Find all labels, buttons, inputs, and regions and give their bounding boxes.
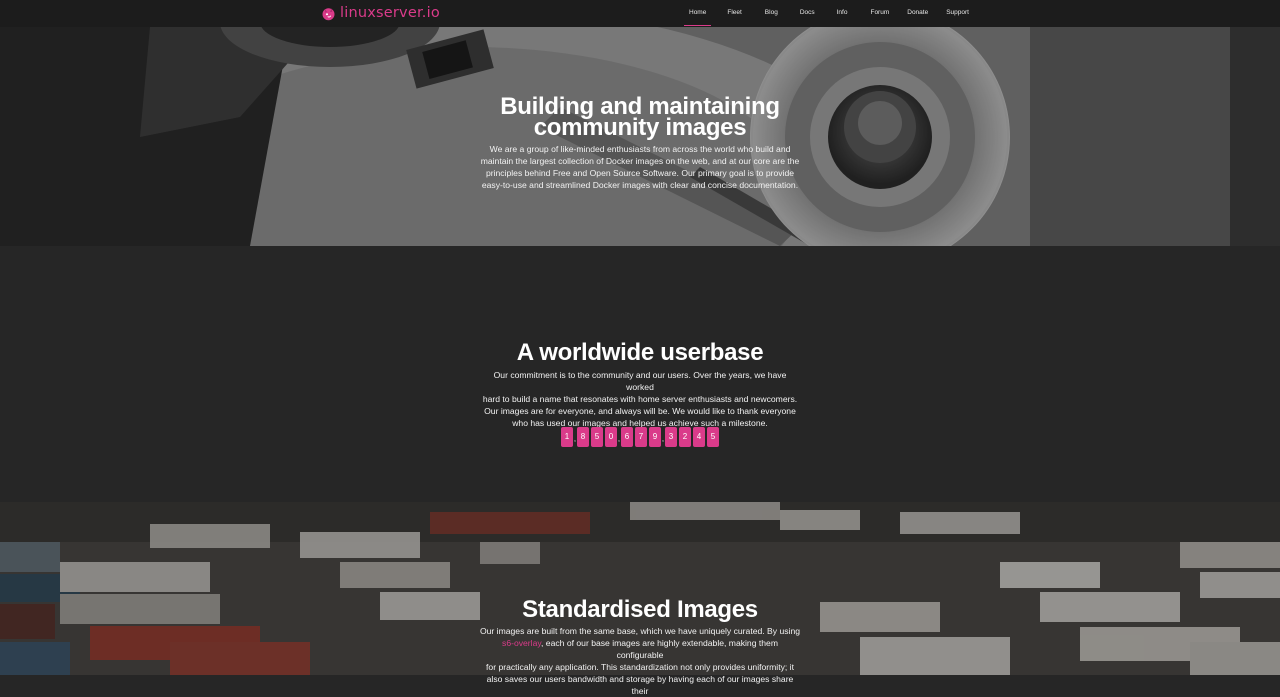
userbase-description-line: Our commitment is to the community and o… <box>493 370 787 392</box>
hero-description-line: maintain the largest collection of Docke… <box>480 156 800 166</box>
counter-digit: 4 <box>693 427 705 447</box>
standardised-description-line: s6-overlay, each of our base images are … <box>479 637 801 661</box>
linuxserver-logo-icon <box>322 7 335 20</box>
standardised-text-span: , each of our base images are highly ext… <box>541 638 778 660</box>
counter-digit: 3 <box>665 427 677 447</box>
nav-item-info[interactable]: Info <box>828 0 857 27</box>
standardised-description: Our images are built from the same base,… <box>479 625 801 697</box>
nav-links: Home Fleet Blog Docs Info Forum Donate S… <box>680 0 978 27</box>
counter-digit: 8 <box>577 427 589 447</box>
standardised-description-line: also saves our users bandwidth and stora… <box>486 674 794 696</box>
counter-digit: 5 <box>591 427 603 447</box>
pull-counter: 1 , 8 5 0 , 6 7 9 , 3 2 4 5 <box>561 427 721 447</box>
s6-overlay-link[interactable]: s6-overlay <box>502 638 541 648</box>
standardised-description-line: for practically any application. This st… <box>486 662 794 672</box>
hero-description: We are a group of like-minded enthusiast… <box>479 143 801 191</box>
nav-item-docs[interactable]: Docs <box>791 0 824 27</box>
counter-digit: 5 <box>707 427 719 447</box>
counter-separator: , <box>662 436 664 443</box>
nav-item-forum[interactable]: Forum <box>861 0 898 27</box>
counter-digit: 0 <box>605 427 617 447</box>
brand-logo[interactable]: linuxserver.io <box>321 4 440 22</box>
standardised-description-line: Our images are built from the same base,… <box>479 626 801 636</box>
nav-item-fleet[interactable]: Fleet <box>718 0 750 27</box>
userbase-description-line: hard to build a name that resonates with… <box>482 394 798 404</box>
standardised-title: Standardised Images <box>522 596 758 623</box>
counter-separator: , <box>574 436 576 443</box>
counter-digit: 1 <box>561 427 573 447</box>
nav-item-blog[interactable]: Blog <box>756 0 787 27</box>
nav-item-home[interactable]: Home <box>680 0 715 27</box>
nav-item-support[interactable]: Support <box>937 0 978 27</box>
hero-title-line-2: community images <box>533 114 747 141</box>
counter-digit: 6 <box>621 427 633 447</box>
counter-digit: 2 <box>679 427 691 447</box>
userbase-description-line: Our images are for everyone, and always … <box>484 406 796 416</box>
hero-description-line: easy-to-use and streamlined Docker image… <box>481 180 799 190</box>
counter-digit: 9 <box>649 427 661 447</box>
hero-description-line: We are a group of like-minded enthusiast… <box>489 144 791 154</box>
nav-item-donate[interactable]: Donate <box>898 0 937 27</box>
hero-description-line: principles behind Free and Open Source S… <box>485 168 795 178</box>
userbase-title: A worldwide userbase <box>516 339 764 366</box>
top-navbar: linuxserver.io Home Fleet Blog Docs Info… <box>0 0 1280 27</box>
counter-separator: , <box>618 436 620 443</box>
brand-name: linuxserver.io <box>340 5 440 21</box>
userbase-description: Our commitment is to the community and o… <box>479 369 801 429</box>
counter-digit: 7 <box>635 427 647 447</box>
